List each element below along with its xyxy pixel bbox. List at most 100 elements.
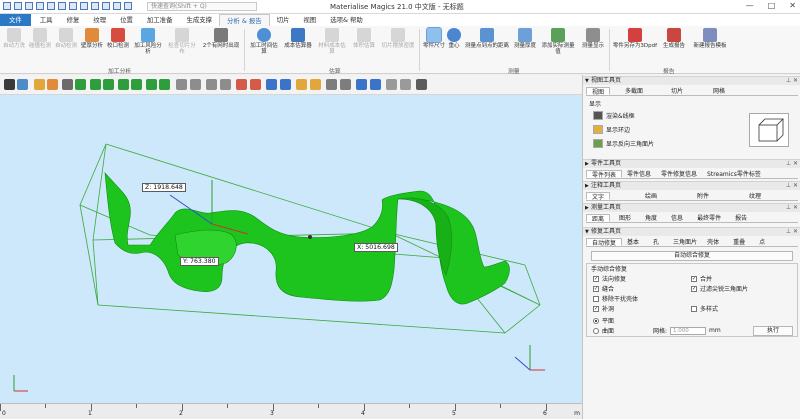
quick-search-input[interactable]: 快速查询(Shift + Q) — [147, 2, 257, 11]
tab-analysis-report[interactable]: 分析 & 报告 — [219, 14, 270, 26]
tab-texture[interactable]: 纹理 — [86, 14, 113, 26]
arrow-tool-icon[interactable] — [159, 79, 170, 90]
tab-final-part[interactable]: 最终零件 — [692, 214, 726, 222]
tab-angle[interactable]: 角度 — [640, 214, 662, 222]
fill-holes-checkbox[interactable]: ✓ 补洞 — [593, 304, 614, 313]
view-iso-icon[interactable] — [296, 79, 307, 90]
tab-view-toolpage[interactable]: 视图 — [586, 87, 611, 96]
center-of-gravity-button[interactable]: 重心 — [447, 28, 461, 49]
customize-icon[interactable] — [124, 2, 132, 10]
generate-report-button[interactable]: 生成报告 — [660, 28, 688, 49]
stitch-checkbox[interactable]: ✓ 缝合 — [593, 284, 614, 293]
collapse-icon[interactable]: ▶ — [585, 182, 589, 190]
tab-basic[interactable]: 基本 — [622, 238, 644, 246]
checkbox-checked[interactable]: ✓ — [593, 305, 599, 312]
paste-icon[interactable] — [102, 2, 110, 10]
cube-view-icon[interactable] — [4, 79, 15, 90]
arrow-tool-icon[interactable] — [118, 79, 129, 90]
tab-attachment[interactable]: 附件 — [692, 192, 714, 200]
pin-icon[interactable]: ⊥ ✕ — [786, 228, 798, 236]
tab-build-prep[interactable]: 加工准备 — [140, 14, 180, 26]
cut-icon[interactable] — [80, 2, 88, 10]
annotation-toolpage-header[interactable]: ▶ 注释工具页 ⊥ ✕ — [583, 181, 800, 190]
view-back-icon[interactable] — [220, 79, 231, 90]
build-time-button[interactable]: 加工时间估算 — [249, 28, 279, 55]
view-top-icon[interactable] — [236, 79, 247, 90]
tab-file[interactable]: 文件 — [0, 14, 31, 26]
tab-part-list[interactable]: 零件列表 — [586, 170, 623, 179]
view-cube[interactable] — [749, 113, 789, 147]
arrow-tool-icon[interactable] — [146, 79, 157, 90]
pin-icon[interactable]: ⊥ ✕ — [786, 182, 798, 190]
redo-icon[interactable] — [25, 2, 33, 10]
undo-icon[interactable] — [14, 2, 22, 10]
render-icon[interactable] — [356, 79, 367, 90]
tab-tools[interactable]: 工具 — [33, 14, 60, 26]
delete-icon[interactable] — [113, 2, 121, 10]
clip-icon[interactable] — [326, 79, 337, 90]
auto-detect-button[interactable]: 自动检测 — [54, 28, 78, 49]
save-icon[interactable] — [3, 2, 11, 10]
pin-icon[interactable]: ⊥ ✕ — [786, 77, 798, 85]
tab-streamics-label[interactable]: Streamics零件标签 — [702, 170, 766, 178]
filter-sharp-checkbox[interactable]: ✓ 过滤尖锐三角面片 — [691, 284, 748, 293]
tab-text[interactable]: 文字 — [586, 192, 611, 201]
tab-shells[interactable]: 壳体 — [702, 238, 724, 246]
execute-button[interactable]: 执行 — [753, 326, 793, 336]
wireframe-icon[interactable] — [176, 79, 187, 90]
collapse-icon[interactable]: ▼ — [585, 228, 589, 236]
arrow-tool-icon[interactable] — [103, 79, 114, 90]
slot-detect-button[interactable]: 校口检测 — [106, 28, 130, 49]
add-measure-button[interactable]: 添加实际测量值 — [540, 28, 576, 55]
3d-viewport[interactable]: Z: 1918.648 Y: 763.380 X: 5016.698 — [0, 95, 582, 403]
tab-overlap[interactable]: 重叠 — [728, 238, 750, 246]
part-toolpage-header[interactable]: ▶ 零件工具页 ⊥ ✕ — [583, 159, 800, 168]
grid-input[interactable]: 1.000 — [670, 326, 707, 335]
select-icon[interactable] — [34, 79, 45, 90]
view-bottom-icon[interactable] — [250, 79, 261, 90]
arrow-tool-icon[interactable] — [75, 79, 86, 90]
tab-mesh[interactable]: 网格 — [708, 87, 730, 95]
slice-distribution-button[interactable]: 检查切片分布 — [166, 28, 198, 55]
radio-unselected[interactable] — [593, 327, 599, 334]
checkbox-checked[interactable]: ✓ — [593, 275, 599, 282]
tab-part-fix-info[interactable]: 零件修复信息 — [656, 170, 702, 178]
radio-selected[interactable] — [593, 317, 599, 324]
show-flipped-row[interactable]: 显示反向三角面片 — [593, 139, 654, 148]
collapse-icon[interactable]: ▶ — [585, 204, 589, 212]
packing-density-button[interactable]: 切片摆放密度 — [380, 28, 416, 49]
tab-info[interactable]: 信息 — [666, 214, 688, 222]
close-button[interactable]: ✕ — [789, 1, 796, 10]
show-edge-row[interactable]: 显示环边 — [593, 125, 630, 134]
tab-fix[interactable]: 修复 — [60, 14, 87, 26]
section-icon[interactable] — [340, 79, 351, 90]
plane-radio[interactable]: 平面 — [593, 316, 614, 325]
repair-toolpage-header[interactable]: ▼ 修复工具页 ⊥ ✕ — [583, 227, 800, 236]
maximize-button[interactable]: □ — [768, 1, 776, 10]
grid-icon[interactable] — [400, 79, 411, 90]
view-toolpage-header[interactable]: ▼ 视图工具页 ⊥ ✕ — [583, 76, 800, 85]
tab-annotation-texture[interactable]: 纹理 — [744, 192, 766, 200]
multi-style-checkbox[interactable]: 多样式 — [691, 304, 718, 313]
new-report-template-button[interactable]: 新建报告模板 — [690, 28, 730, 49]
tab-slice[interactable]: 切片 — [270, 14, 297, 26]
save-3dpdf-button[interactable]: 零件另存为3Dpdf — [612, 28, 658, 49]
auto-repair-button[interactable]: 自动综合修复 — [591, 251, 793, 261]
remove-noise-shell-checkbox[interactable]: 移除干扰壳体 — [593, 294, 638, 303]
pin-icon[interactable]: ⊥ ✕ — [786, 204, 798, 212]
measure-thickness-button[interactable]: 测量厚度 — [512, 28, 538, 49]
tab-measure-report[interactable]: 报告 — [730, 214, 752, 222]
auto-wash-button[interactable]: 自动力洗 — [2, 28, 26, 49]
measure-toolpage-header[interactable]: ▶ 测量工具页 ⊥ ✕ — [583, 203, 800, 212]
tab-shape[interactable]: 图形 — [614, 214, 636, 222]
tab-triangles[interactable]: 三角面片 — [668, 238, 702, 246]
open-icon[interactable] — [36, 2, 44, 10]
collapse-icon[interactable]: ▼ — [585, 77, 589, 85]
volume-estimate-button[interactable]: 体积估算 — [351, 28, 377, 49]
collapse-icon[interactable]: ▶ — [585, 160, 589, 168]
pan-icon[interactable] — [47, 79, 58, 90]
tab-multi-section[interactable]: 多截面 — [620, 87, 648, 95]
light-icon[interactable] — [370, 79, 381, 90]
rotate-icon[interactable] — [17, 79, 28, 90]
view-right-icon[interactable] — [280, 79, 291, 90]
